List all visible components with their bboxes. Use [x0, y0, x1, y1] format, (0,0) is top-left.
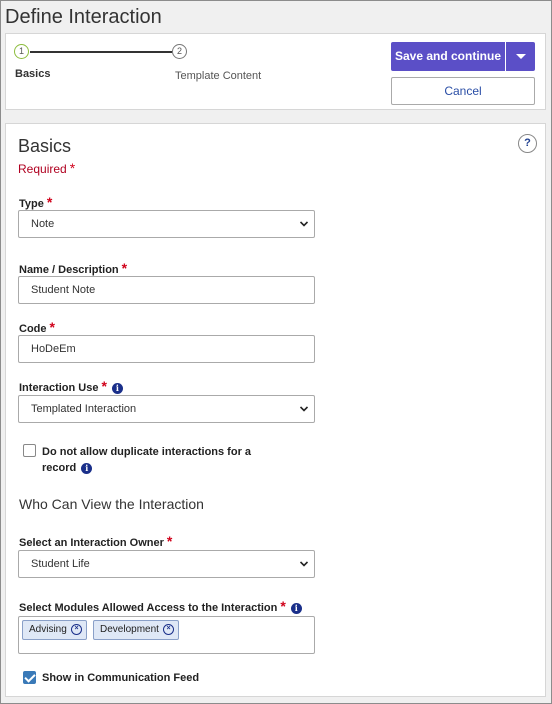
- module-tag-label: Development: [100, 624, 159, 635]
- chevron-down-icon: [300, 221, 308, 227]
- required-star: *: [101, 378, 107, 394]
- info-icon[interactable]: i: [290, 602, 302, 614]
- page-title: Define Interaction: [5, 6, 162, 28]
- save-options-dropdown-button[interactable]: [506, 42, 535, 71]
- step-2-indicator[interactable]: 2: [172, 44, 187, 59]
- show-in-feed-checkbox[interactable]: [23, 671, 36, 684]
- required-star: *: [121, 260, 128, 276]
- module-tag-label: Advising: [29, 624, 67, 635]
- no-duplicates-label-line1: Do not allow duplicate interactions for …: [42, 446, 252, 458]
- chevron-down-icon: [300, 561, 308, 567]
- owner-label-text: Select an Interaction Owner: [19, 537, 164, 549]
- save-and-continue-button[interactable]: Save and continue: [391, 42, 505, 71]
- no-duplicates-checkbox[interactable]: [23, 444, 36, 457]
- required-star: *: [166, 533, 173, 549]
- no-duplicates-label-line2: record: [42, 462, 77, 474]
- type-select-value: Note: [31, 218, 55, 230]
- wizard-header: 1 2 Basics Template Content Save and con…: [5, 33, 546, 110]
- interaction-owner-select[interactable]: Student Life: [18, 550, 315, 578]
- required-star: *: [69, 160, 76, 176]
- name-label-text: Name / Description: [19, 264, 119, 276]
- modules-label: Select Modules Allowed Access to the Int…: [19, 598, 302, 614]
- caret-down-icon: [516, 54, 526, 59]
- show-in-feed-label: Show in Communication Feed: [42, 672, 200, 684]
- modules-multiselect[interactable]: Advising × Development ×: [18, 616, 315, 654]
- required-star: *: [280, 598, 286, 614]
- remove-tag-icon[interactable]: ×: [71, 624, 82, 635]
- interaction-use-select[interactable]: Templated Interaction: [18, 395, 315, 423]
- step-1-label: Basics: [15, 68, 51, 80]
- info-icon[interactable]: i: [111, 382, 123, 394]
- step-connector: [30, 51, 172, 53]
- name-label: Name / Description *: [19, 260, 127, 276]
- basics-form-card: Basics ? Required * Type * Note Name / Des…: [5, 123, 546, 697]
- remove-tag-icon[interactable]: ×: [163, 624, 174, 635]
- who-can-view-heading: Who Can View the Interaction: [19, 496, 204, 512]
- type-select[interactable]: Note: [18, 210, 315, 238]
- window-frame: Define Interaction 1 2 Basics Template C…: [0, 0, 552, 704]
- required-note-text: Required: [18, 162, 67, 176]
- owner-label: Select an Interaction Owner *: [19, 533, 172, 549]
- code-value: HoDeEm: [31, 343, 76, 355]
- info-icon[interactable]: i: [81, 462, 93, 474]
- interaction-use-value: Templated Interaction: [31, 403, 137, 415]
- no-duplicates-label: Do not allow duplicate interactions for …: [42, 444, 251, 476]
- required-note: Required *: [18, 160, 75, 176]
- cancel-button[interactable]: Cancel: [391, 77, 535, 105]
- help-icon[interactable]: ?: [518, 134, 537, 153]
- type-label: Type *: [19, 194, 52, 210]
- module-tag-advising: Advising ×: [22, 620, 87, 640]
- modules-label-text: Select Modules Allowed Access to the Int…: [19, 602, 278, 614]
- name-description-value: Student Note: [31, 284, 96, 296]
- interaction-use-label-text: Interaction Use: [19, 382, 99, 394]
- chevron-down-icon: [300, 406, 308, 412]
- code-input[interactable]: HoDeEm: [18, 335, 315, 363]
- code-label-text: Code: [19, 323, 47, 335]
- step-2-label: Template Content: [175, 70, 262, 82]
- type-label-text: Type: [19, 198, 44, 210]
- section-title: Basics: [18, 136, 72, 156]
- module-tag-development: Development ×: [93, 620, 179, 640]
- interaction-use-label: Interaction Use * i: [19, 378, 123, 394]
- required-star: *: [49, 319, 55, 335]
- interaction-owner-value: Student Life: [31, 558, 90, 570]
- required-star: *: [46, 194, 53, 210]
- step-1-indicator[interactable]: 1: [14, 44, 29, 59]
- name-description-input[interactable]: Student Note: [18, 276, 315, 304]
- code-label: Code *: [19, 319, 55, 335]
